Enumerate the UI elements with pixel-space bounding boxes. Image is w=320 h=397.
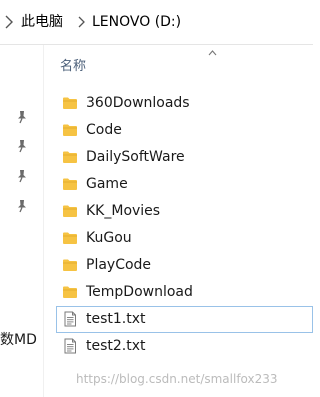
item-name: PlayCode bbox=[86, 257, 152, 273]
file-list: 360Downloads Code DailySoftWare Game KK_Movi… bbox=[56, 90, 313, 360]
item-name: KuGou bbox=[86, 230, 132, 246]
item-name: Code bbox=[86, 122, 122, 138]
item-name: test1.txt bbox=[86, 311, 146, 327]
nav-item-clipped[interactable]: 数MD bbox=[0, 331, 43, 349]
folder-row[interactable]: PlayCode bbox=[56, 252, 313, 279]
address-bar[interactable]: 此电脑 LENOVO (D:) bbox=[0, 0, 313, 45]
column-header-name[interactable]: 名称 bbox=[60, 59, 86, 75]
folder-icon bbox=[62, 176, 78, 192]
pin-icon[interactable] bbox=[16, 199, 28, 213]
text-file-icon bbox=[62, 311, 78, 327]
navigation-pane: 数MD bbox=[0, 45, 43, 397]
folder-icon bbox=[62, 122, 78, 138]
breadcrumb-separator-icon[interactable] bbox=[78, 16, 85, 28]
folder-icon bbox=[62, 284, 78, 300]
folder-icon bbox=[62, 257, 78, 273]
folder-icon bbox=[62, 230, 78, 246]
pin-icon[interactable] bbox=[16, 169, 28, 183]
folder-row[interactable]: TempDownload bbox=[56, 279, 313, 306]
file-row[interactable]: test1.txt bbox=[56, 306, 313, 333]
breadcrumb-drive[interactable]: LENOVO (D:) bbox=[92, 13, 181, 31]
pane-divider[interactable] bbox=[43, 45, 44, 397]
folder-icon bbox=[62, 203, 78, 219]
folder-row[interactable]: KK_Movies bbox=[56, 198, 313, 225]
folder-icon bbox=[62, 95, 78, 111]
folder-row[interactable]: 360Downloads bbox=[56, 90, 313, 117]
watermark: https://blog.csdn.net/smallfox233 bbox=[76, 372, 278, 386]
item-name: DailySoftWare bbox=[86, 149, 185, 165]
item-name: 360Downloads bbox=[86, 95, 190, 111]
chevron-right-icon[interactable] bbox=[5, 15, 13, 29]
folder-icon bbox=[62, 149, 78, 165]
sort-ascending-icon bbox=[208, 50, 217, 56]
pin-icon[interactable] bbox=[16, 110, 28, 124]
folder-row[interactable]: Code bbox=[56, 117, 313, 144]
folder-row[interactable]: Game bbox=[56, 171, 313, 198]
item-name: KK_Movies bbox=[86, 203, 161, 219]
folder-row[interactable]: DailySoftWare bbox=[56, 144, 313, 171]
item-name: Game bbox=[86, 176, 128, 192]
text-file-icon bbox=[62, 338, 78, 354]
pin-icon[interactable] bbox=[16, 139, 28, 153]
breadcrumb-this-pc[interactable]: 此电脑 bbox=[21, 13, 63, 31]
item-name: test2.txt bbox=[86, 338, 146, 354]
item-name: TempDownload bbox=[86, 284, 193, 300]
file-row[interactable]: test2.txt bbox=[56, 333, 313, 360]
folder-row[interactable]: KuGou bbox=[56, 225, 313, 252]
